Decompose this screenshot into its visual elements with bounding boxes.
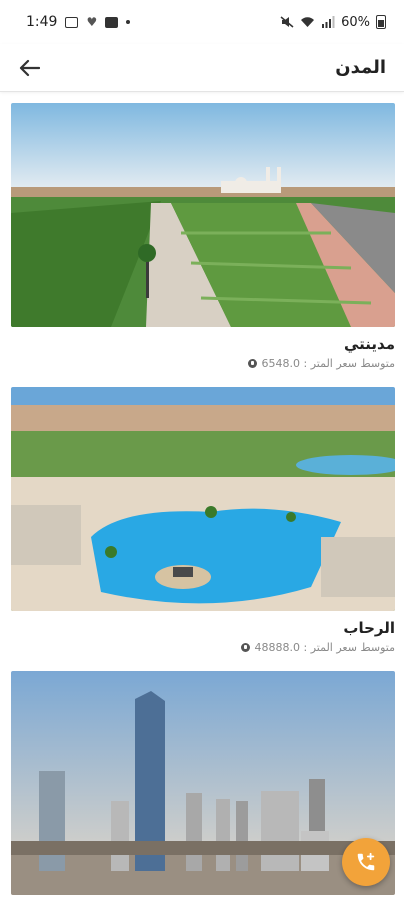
battery-percent: 60%: [341, 14, 370, 30]
call-button[interactable]: [342, 838, 390, 886]
signal-icon: [322, 16, 335, 28]
back-button[interactable]: [14, 53, 44, 83]
mute-icon: [280, 16, 294, 28]
city-image-rehab: [11, 387, 395, 611]
app-bar: المدن: [0, 44, 404, 92]
status-bar: 1:49 ♥ 60%: [0, 0, 404, 44]
city-image-madinaty: [11, 103, 395, 327]
phone-add-icon: [357, 852, 375, 871]
more-notifications-icon: [126, 20, 131, 24]
city-price-text: متوسط سعر المتر : 6548.0: [261, 357, 396, 370]
city-card[interactable]: [11, 671, 395, 900]
status-right: 60%: [280, 15, 386, 30]
info-icon: [247, 359, 257, 368]
city-image-capital: [11, 671, 395, 895]
city-price: متوسط سعر المتر : 6548.0: [247, 357, 396, 370]
city-name: الرحاب: [343, 619, 395, 637]
city-price-text: متوسط سعر المتر : 48888.0: [254, 641, 396, 654]
arrow-left-icon: [19, 59, 40, 76]
battery-icon: [376, 15, 386, 29]
page-title: المدن: [335, 57, 386, 78]
city-price: متوسط سعر المتر : 48888.0: [240, 641, 396, 654]
wifi-icon: [301, 17, 315, 27]
city-card[interactable]: الرحاب متوسط سعر المتر : 48888.0: [11, 387, 395, 657]
status-time: 1:49: [26, 14, 58, 30]
cities-list[interactable]: مدينتي متوسط سعر المتر : 6548.0 الرحاب م…: [0, 93, 404, 900]
status-left: 1:49 ♥: [26, 14, 131, 30]
app-notification-icon: [105, 16, 119, 28]
gallery-notification-icon: [65, 16, 79, 28]
city-card[interactable]: مدينتي متوسط سعر المتر : 6548.0: [11, 103, 395, 373]
city-name: مدينتي: [343, 335, 395, 353]
heart-notification-icon: ♥: [86, 15, 98, 29]
info-icon: [240, 643, 250, 652]
